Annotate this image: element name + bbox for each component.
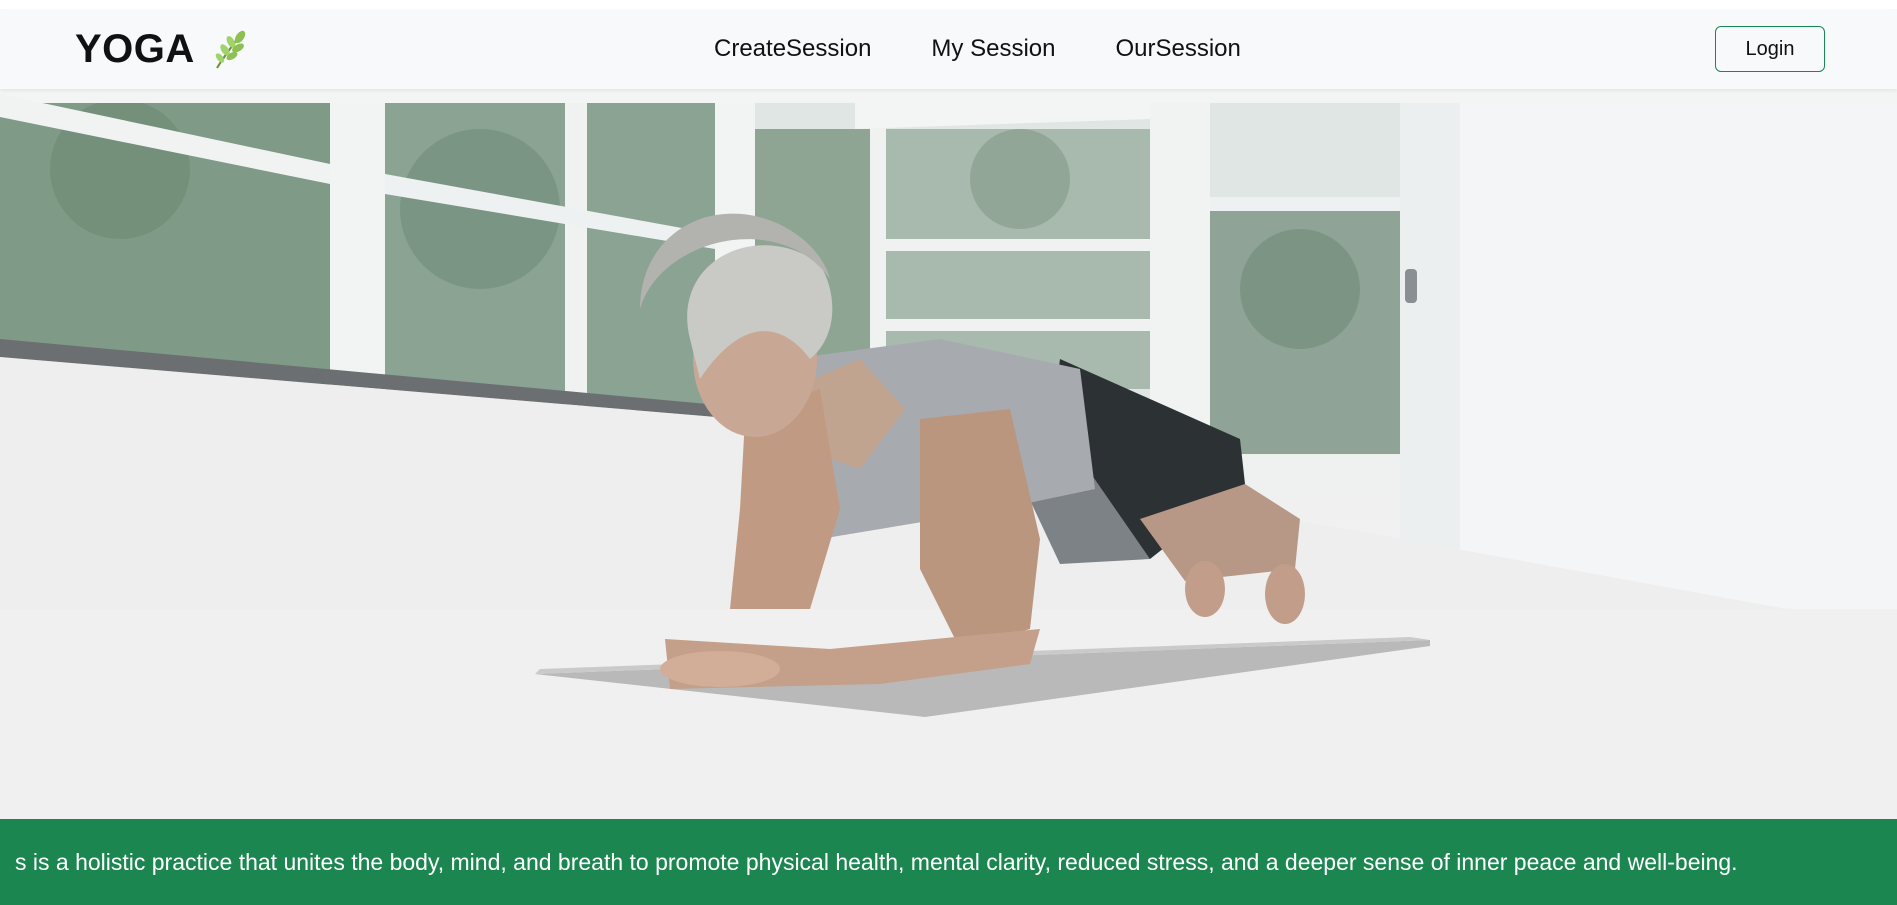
woman-plank-pose-photo	[0, 89, 1897, 819]
marquee-band: s is a holistic practice that unites the…	[0, 819, 1897, 905]
login-button[interactable]: Login	[1715, 26, 1825, 72]
hero-image	[0, 89, 1897, 819]
brand-link[interactable]: YOGA	[75, 25, 249, 73]
marquee-text: s is a holistic practice that unites the…	[15, 849, 1738, 875]
nav-link-create-session[interactable]: CreateSession	[714, 35, 871, 63]
brand-title: YOGA	[75, 26, 195, 71]
nav-link-my-session[interactable]: My Session	[931, 35, 1055, 63]
nav-link-our-session[interactable]: OurSession	[1115, 35, 1240, 63]
top-strip	[0, 0, 1897, 9]
leaf-icon	[215, 30, 245, 69]
navbar: YOGA CreateSession My Session OurSession…	[0, 9, 1897, 89]
nav-links: CreateSession My Session OurSession	[714, 9, 1301, 89]
